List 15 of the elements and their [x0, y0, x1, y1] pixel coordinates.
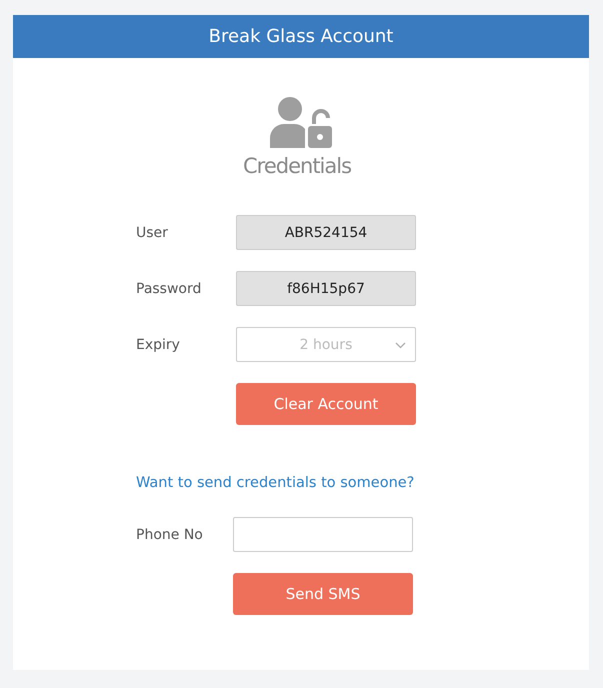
readonly-field: ABR524154 — [236, 215, 416, 250]
field-label: Expiry — [136, 336, 181, 352]
field-label: User — [136, 224, 169, 240]
phone-input[interactable] — [233, 517, 413, 552]
readonly-field: f86H15p67 — [236, 271, 416, 306]
header-title: Break Glass Account — [208, 26, 394, 47]
credentials-heading: Credentials — [243, 154, 352, 178]
expiry-dropdown[interactable]: 2 hours — [236, 327, 416, 362]
send-credentials-link[interactable]: Want to send credentials to someone? — [136, 475, 414, 491]
field-label: Phone No — [136, 526, 204, 542]
field-label: Password — [136, 280, 202, 296]
send-sms-button[interactable]: Send SMS — [233, 573, 413, 615]
clear-account-button[interactable]: Clear Account — [236, 383, 416, 425]
user-unlocked-icon — [270, 96, 334, 148]
chevron-down-icon — [395, 342, 406, 349]
